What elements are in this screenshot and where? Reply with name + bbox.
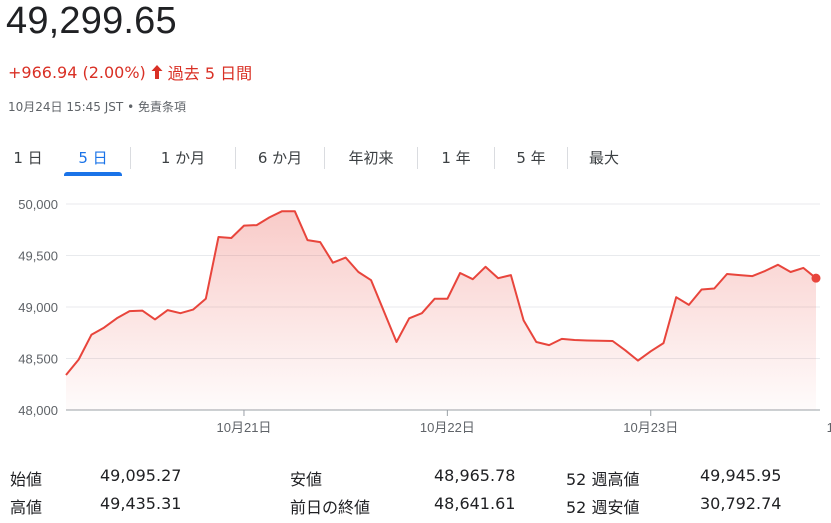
range-tabs: 1 日 5 日 1 か月 6 か月 年初来 1 年 5 年 最大 (0, 138, 640, 176)
stat-value-low: 48,965.78 (434, 466, 516, 485)
stats-row: 始値 49,095.27 安値 48,965.78 52 週高値 49,945.… (0, 466, 831, 492)
stat-value-52w-high: 49,945.95 (700, 466, 782, 485)
stat-value-open: 49,095.27 (100, 466, 182, 485)
stats-row: 高値 49,435.31 前日の終値 48,641.61 52 週安値 30,7… (0, 494, 831, 520)
x-tick-label: 10月23日 (623, 420, 678, 435)
quote-timestamp: 10月24日 15:45 JST (8, 100, 124, 114)
stat-label-high: 高値 (10, 498, 43, 517)
price-area (66, 211, 816, 410)
tab-ytd[interactable]: 年初来 (325, 138, 417, 176)
price-chart[interactable]: 48,00048,50049,00049,50050,000 10月21日 10月… (0, 190, 831, 440)
y-tick-label: 48,000 (18, 403, 58, 418)
arrow-up-icon (151, 65, 163, 79)
quote-meta: 10月24日 15:45 JST • 免責条項 (8, 98, 186, 115)
tab-1-month[interactable]: 1 か月 (131, 138, 235, 176)
tab-1-year[interactable]: 1 年 (418, 138, 494, 176)
stat-label-52w-high: 52 週高値 (566, 470, 640, 489)
stat-value-52w-low: 30,792.74 (700, 494, 782, 513)
stat-label-prev-close: 前日の終値 (290, 498, 371, 517)
y-tick-label: 48,500 (18, 352, 58, 367)
change-value: +966.94 (2.00%) (8, 62, 146, 82)
y-tick-label: 49,500 (18, 249, 58, 264)
stat-value-prev-close: 48,641.61 (434, 494, 516, 513)
tab-5-days[interactable]: 5 日 (56, 138, 130, 176)
tab-6-months[interactable]: 6 か月 (236, 138, 324, 176)
tab-5-years[interactable]: 5 年 (495, 138, 567, 176)
stat-label-open: 始値 (10, 470, 43, 489)
tab-1-day[interactable]: 1 日 (0, 138, 56, 176)
y-tick-label: 50,000 (18, 197, 58, 212)
current-price: 49,299.65 (6, 0, 177, 42)
tab-max[interactable]: 最大 (568, 138, 640, 176)
change-period: 過去 5 日間 (167, 64, 253, 83)
y-tick-label: 49,000 (18, 300, 58, 315)
x-tick-label: 10月22日 (420, 420, 475, 435)
y-axis-labels: 48,000 48,500 49,000 49,500 50,000 (18, 197, 58, 418)
x-tick-label: 10月21日 (217, 420, 272, 435)
x-axis-labels: 10月21日 10月22日 10月23日 10月24日 (217, 410, 831, 435)
price-change: +966.94 (2.00%) 過去 5 日間 (8, 60, 252, 84)
stat-value-high: 49,435.31 (100, 494, 182, 513)
stat-label-52w-low: 52 週安値 (566, 498, 640, 517)
meta-separator: • (127, 100, 138, 114)
stat-label-low: 安値 (290, 470, 323, 489)
last-price-dot (811, 273, 821, 283)
x-tick-label: 10月24日 (827, 420, 831, 435)
disclaimer-link[interactable]: 免責条項 (138, 100, 186, 114)
